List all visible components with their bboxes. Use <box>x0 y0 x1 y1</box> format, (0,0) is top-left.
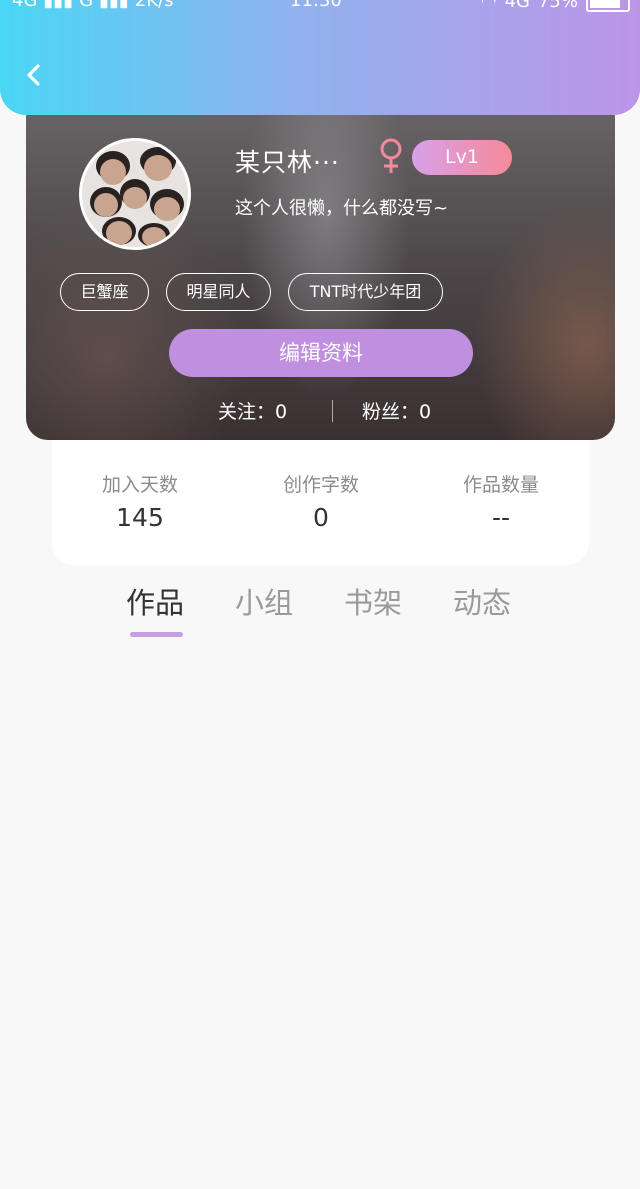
content-tabs: 作品 小组 书架 动态 <box>0 580 640 640</box>
tab-activity[interactable]: 动态 <box>453 580 511 622</box>
stat-word-count: 创作字数 0 <box>246 470 396 532</box>
edit-profile-button[interactable]: 编辑资料 <box>169 329 473 377</box>
back-button[interactable] <box>18 60 48 90</box>
status-right: ◠ 4G 75% <box>481 0 630 12</box>
tab-works[interactable]: 作品 <box>126 580 184 622</box>
speed-label: 2K/s <box>134 0 174 11</box>
stat-works-count: 作品数量 -- <box>426 470 576 532</box>
stat-value: 145 <box>116 503 164 532</box>
header: 4G ▮▮▮ G ▮▮▮ 2K/s 11:30 ◠ 4G 75% <box>0 0 640 115</box>
avatar[interactable] <box>79 138 191 250</box>
chevron-left-icon <box>27 64 40 86</box>
stats-card: 加入天数 145 创作字数 0 作品数量 -- <box>52 440 589 565</box>
divider <box>332 400 333 422</box>
level-badge: Lv1 <box>412 140 512 175</box>
clock: 11:30 <box>290 0 342 11</box>
tag-chip[interactable]: TNT时代少年团 <box>288 273 443 311</box>
stat-value: 0 <box>313 503 329 532</box>
network-label: 4G <box>12 0 38 11</box>
battery-label: 75% <box>537 0 578 12</box>
following-count[interactable]: 关注：0 <box>218 397 287 424</box>
signal-icon: ▮▮▮ <box>43 0 74 11</box>
battery-icon <box>586 0 630 12</box>
status-bar: 4G ▮▮▮ G ▮▮▮ 2K/s 11:30 ◠ 4G 75% <box>0 0 640 14</box>
stat-label: 作品数量 <box>462 474 539 496</box>
profile-card: 某只林··· Lv1 这个人很懒，什么都没写~ 巨蟹座 明星同人 TNT时代少年… <box>26 95 615 440</box>
stat-value: -- <box>491 503 511 532</box>
follow-stats: 关注：0 粉丝：0 <box>26 397 615 425</box>
username: 某只林··· <box>235 148 340 177</box>
tab-indicator <box>130 632 183 637</box>
bio-text: 这个人很懒，什么都没写~ <box>235 198 449 219</box>
status-left: 4G ▮▮▮ G ▮▮▮ 2K/s <box>12 0 174 11</box>
stat-join-days: 加入天数 145 <box>65 470 215 532</box>
signal-icon: ▮▮▮ <box>99 0 129 11</box>
tag-chip[interactable]: 明星同人 <box>166 273 271 311</box>
fans-count[interactable]: 粉丝：0 <box>362 397 431 424</box>
wifi-icon: ◠ <box>480 0 497 12</box>
tab-bookshelf[interactable]: 书架 <box>344 580 402 622</box>
tag-chip[interactable]: 巨蟹座 <box>60 273 149 311</box>
network-right-label: 4G <box>504 0 530 12</box>
network-g-label: G <box>79 0 94 11</box>
stat-label: 加入天数 <box>101 474 178 496</box>
tab-groups[interactable]: 小组 <box>235 580 293 622</box>
stat-label: 创作字数 <box>282 474 359 496</box>
female-icon <box>380 138 402 173</box>
